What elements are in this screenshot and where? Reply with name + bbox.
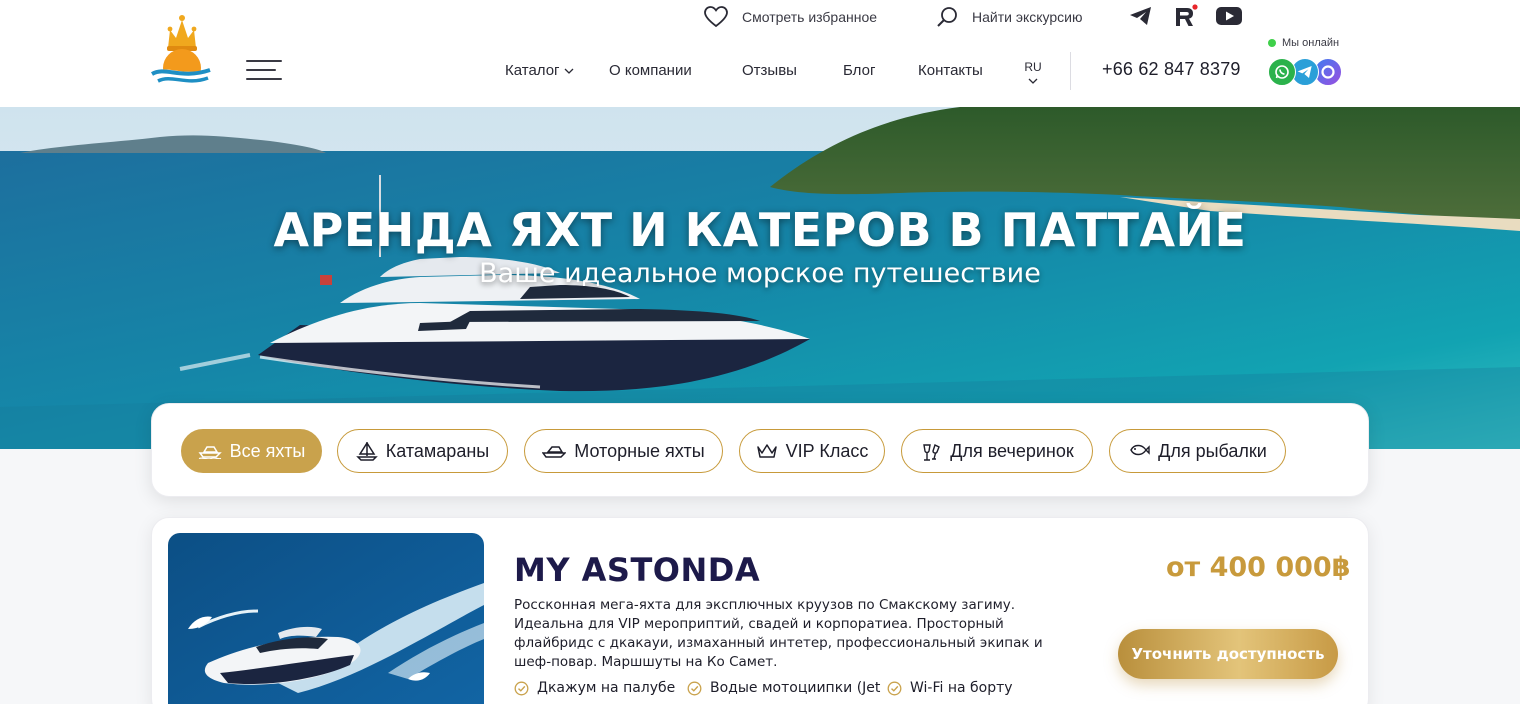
feature-item: Дкажум на палубе bbox=[514, 680, 675, 696]
feature-item: Wi-Fi на борту bbox=[887, 680, 1013, 696]
fish-icon bbox=[1130, 444, 1150, 456]
yacht-photo[interactable] bbox=[168, 533, 484, 704]
nav-catalog[interactable]: Каталог bbox=[505, 62, 574, 79]
language-label: RU bbox=[1024, 60, 1042, 74]
chevron-down-icon bbox=[564, 68, 573, 74]
nav-reviews[interactable]: Отзывы bbox=[742, 62, 797, 79]
filter-catamarans[interactable]: Катамараны bbox=[337, 429, 508, 473]
feature-label: Дкажум на палубе bbox=[537, 680, 676, 696]
site-header: Смотреть избранное Найти экскурсию Катал… bbox=[0, 0, 1520, 107]
yacht-price: от 400 000฿ bbox=[1166, 552, 1351, 583]
filter-party[interactable]: Для вечеринок bbox=[901, 429, 1093, 473]
sailboat-icon bbox=[355, 442, 378, 461]
youtube-icon[interactable] bbox=[1216, 4, 1242, 28]
feature-label: Wi-Fi на борту bbox=[910, 680, 1013, 696]
nav-contacts[interactable]: Контакты bbox=[918, 62, 983, 79]
nav-about-label: О компании bbox=[609, 62, 692, 79]
filter-all-yachts[interactable]: Все яхты bbox=[181, 429, 322, 473]
favorites-link[interactable]: Смотреть избранное bbox=[704, 6, 877, 28]
filter-motor-yachts[interactable]: Моторные яхты bbox=[524, 429, 723, 473]
nav-reviews-label: Отзывы bbox=[742, 62, 797, 79]
feature-item: Водые мотоциипки (Jet bbox=[687, 680, 880, 696]
yacht-card: MY ASTONDA Россконная мега-яхта для эксп… bbox=[151, 517, 1369, 704]
telegram-icon[interactable] bbox=[1128, 4, 1154, 28]
check-circle-icon bbox=[887, 681, 902, 695]
nav-about[interactable]: О компании bbox=[609, 62, 692, 79]
check-circle-icon bbox=[687, 681, 702, 695]
motor-yacht-icon bbox=[542, 446, 567, 458]
online-status: Мы онлайн bbox=[1268, 37, 1339, 49]
filter-vip-class[interactable]: VIP Класс bbox=[739, 429, 885, 473]
yacht-icon bbox=[198, 446, 222, 459]
filter-motor-yachts-label: Моторные яхты bbox=[574, 440, 705, 461]
search-icon bbox=[937, 7, 957, 27]
find-excursion-label: Найти экскурсию bbox=[972, 9, 1083, 25]
hero-subtitle: Ваше идеальное морское путешествие bbox=[479, 258, 1041, 289]
online-label: Мы онлайн bbox=[1282, 37, 1340, 49]
hero-banner: АРЕНДА ЯХТ И КАТЕРОВ В ПАТТАЙЕ Ваше идеа… bbox=[0, 107, 1520, 449]
online-dot bbox=[1268, 39, 1276, 47]
check-availability-button[interactable]: Уточнить доступность bbox=[1118, 629, 1338, 679]
filter-fishing-label: Для рыбалки bbox=[1158, 440, 1267, 461]
whatsapp-icon[interactable] bbox=[1268, 58, 1296, 86]
yacht-description: Россконная мега-яхта для эксплючных круу… bbox=[514, 597, 1043, 670]
phone-number[interactable]: +66 62 847 8379 bbox=[1102, 59, 1241, 80]
filter-party-label: Для вечеринок bbox=[950, 440, 1074, 461]
hero-title: АРЕНДА ЯХТ И КАТЕРОВ В ПАТТАЙЕ bbox=[273, 203, 1247, 257]
nav-divider bbox=[1070, 52, 1071, 90]
nav-blog-label: Блог bbox=[843, 62, 876, 79]
nav-catalog-label: Каталог bbox=[505, 62, 560, 79]
logo[interactable] bbox=[150, 8, 214, 90]
crown-icon bbox=[756, 444, 777, 458]
yacht-title: MY ASTONDA bbox=[514, 551, 761, 589]
champagne-icon bbox=[923, 444, 941, 461]
language-selector[interactable]: RU bbox=[1022, 60, 1044, 88]
feature-label: Водые мотоциипки (Jet bbox=[710, 680, 881, 696]
yacht-filter-bar: Все яхты Катамараны Моторные яхты VIP Кл… bbox=[151, 403, 1369, 497]
check-circle-icon bbox=[514, 681, 529, 695]
favorites-label: Смотреть избранное bbox=[742, 9, 878, 25]
chevron-down-icon bbox=[1028, 78, 1038, 84]
nav-blog[interactable]: Блог bbox=[843, 62, 875, 79]
menu-burger-button[interactable] bbox=[246, 58, 282, 82]
nav-contacts-label: Контакты bbox=[918, 62, 983, 79]
filter-catamarans-label: Катамараны bbox=[385, 440, 490, 461]
messenger-buttons bbox=[1268, 58, 1348, 88]
filter-vip-class-label: VIP Класс bbox=[785, 440, 869, 461]
rutube-icon[interactable] bbox=[1172, 4, 1198, 28]
logo-icon bbox=[151, 15, 211, 90]
heart-icon bbox=[704, 6, 728, 28]
filter-fishing[interactable]: Для рыбалки bbox=[1109, 429, 1286, 473]
filter-all-yachts-label: Все яхты bbox=[229, 440, 306, 461]
find-excursion-link[interactable]: Найти экскурсию bbox=[936, 6, 1083, 28]
